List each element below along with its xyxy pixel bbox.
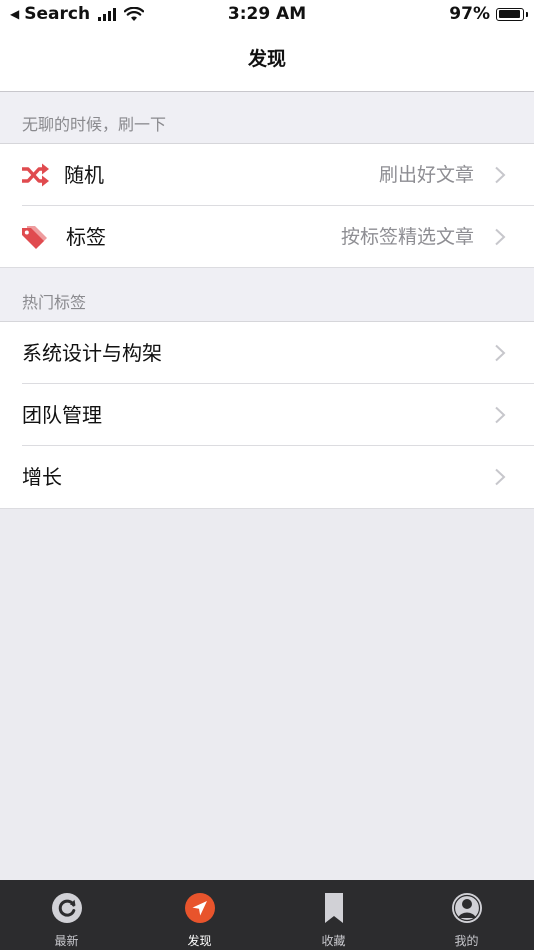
row-label: 增长 <box>22 465 62 489</box>
status-bar: ◀ Search 3:29 AM 97% <box>0 0 534 28</box>
wifi-icon <box>124 6 145 21</box>
row-random[interactable]: 随机 刷出好文章 <box>0 144 534 206</box>
chevron-right-icon <box>495 406 506 424</box>
refresh-icon <box>51 893 82 923</box>
compass-icon <box>184 893 215 923</box>
tab-label: 我的 <box>454 934 479 948</box>
section-header-bored: 无聊的时候，刷一下 <box>0 92 534 144</box>
tab-bar: 最新 发现 收藏 我的 <box>0 880 534 950</box>
chevron-right-icon <box>495 228 506 246</box>
row-tag-growth[interactable]: 增长 <box>0 446 534 509</box>
chevron-right-icon <box>495 468 506 486</box>
tab-label: 收藏 <box>321 934 346 948</box>
back-to-search[interactable]: ◀ Search <box>10 4 145 24</box>
navigation-bar: 发现 <box>0 28 534 92</box>
row-label: 标签 <box>66 225 106 249</box>
row-label: 随机 <box>64 163 104 187</box>
tab-me[interactable]: 我的 <box>400 880 533 950</box>
row-detail: 按标签精选文章 <box>340 226 474 248</box>
back-arrow-icon: ◀ <box>10 7 20 21</box>
profile-icon <box>451 893 482 923</box>
tab-label: 发现 <box>187 934 212 948</box>
row-detail: 刷出好文章 <box>378 164 474 186</box>
section-header-hot-tags: 热门标签 <box>0 268 534 322</box>
battery-icon <box>496 7 528 21</box>
tab-discover[interactable]: 发现 <box>133 880 266 950</box>
battery-status: 97% <box>449 4 528 24</box>
shuffle-icon <box>22 163 49 187</box>
bookmark-icon <box>324 893 343 923</box>
tag-icon <box>22 226 47 249</box>
cellular-signal-icon <box>98 7 117 21</box>
row-tag-system-design[interactable]: 系统设计与构架 <box>0 322 534 384</box>
page-title: 发现 <box>247 48 286 70</box>
row-tags[interactable]: 标签 按标签精选文章 <box>0 206 534 268</box>
row-label: 团队管理 <box>22 403 102 427</box>
row-label: 系统设计与构架 <box>22 341 162 365</box>
chevron-right-icon <box>495 166 506 184</box>
back-label: Search <box>24 4 91 24</box>
section-header-label: 无聊的时候，刷一下 <box>22 115 167 134</box>
tab-label: 最新 <box>54 934 79 948</box>
section-header-label: 热门标签 <box>22 293 87 312</box>
battery-percent: 97% <box>449 4 490 24</box>
tab-favorites[interactable]: 收藏 <box>267 880 400 950</box>
chevron-right-icon <box>495 344 506 362</box>
row-tag-team-management[interactable]: 团队管理 <box>0 384 534 446</box>
tab-latest[interactable]: 最新 <box>0 880 133 950</box>
